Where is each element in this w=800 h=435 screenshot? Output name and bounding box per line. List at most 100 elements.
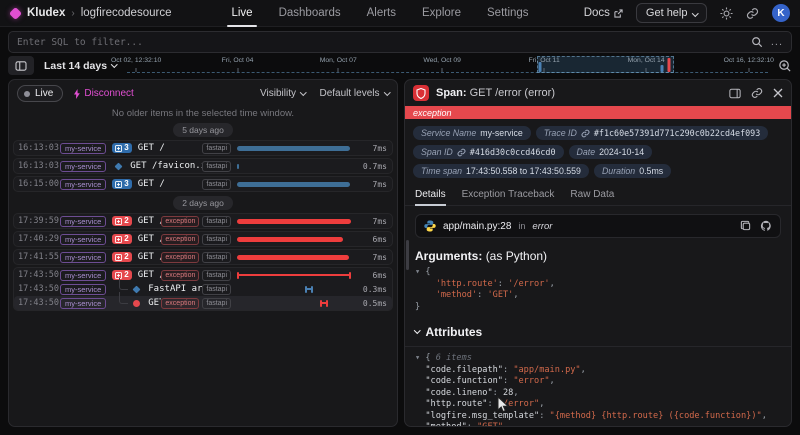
detail-tab-exception-traceback[interactable]: Exception Traceback [462, 189, 555, 205]
chevron-down-icon [414, 327, 420, 333]
link-icon[interactable] [751, 87, 763, 99]
code-line: 'method': 'GET', [415, 290, 781, 302]
nav-tab-explore[interactable]: Explore [422, 0, 461, 27]
attributes-heading[interactable]: Attributes [405, 315, 791, 347]
trace-time: 17:40:29 [18, 234, 60, 244]
docs-link[interactable]: Docs [584, 7, 623, 19]
meta-pill-span-id[interactable]: Span ID#416d30c0ccd46cd0 [413, 145, 564, 159]
trace-row[interactable]: 16:13:03my-serviceGET /favicon.icofastap… [14, 159, 392, 173]
tag-exception[interactable]: exception [161, 270, 199, 281]
meta-pill-date[interactable]: Date2024-10-14 [569, 145, 653, 159]
org-name[interactable]: Kludex [27, 7, 65, 19]
trace-row[interactable]: 17:41:55my-service2GET /errorexceptionfa… [14, 250, 392, 264]
tag-fastapi[interactable]: fastapi [202, 179, 231, 190]
service-pill[interactable]: my-service [60, 216, 106, 227]
trace-duration: 7ms [355, 180, 387, 189]
tag-fastapi[interactable]: fastapi [202, 234, 231, 245]
get-help-button[interactable]: Get help [636, 3, 707, 23]
timeline[interactable]: Oct 02, 12:32:10Fri, Oct 04Mon, Oct 07We… [127, 56, 768, 75]
avatar[interactable]: K [772, 4, 790, 22]
theme-toggle-button[interactable] [720, 7, 733, 20]
timeline-tick-label: Wed, Oct 09 [423, 57, 461, 64]
tag-exception[interactable]: exception [161, 298, 199, 309]
tag-fastapi[interactable]: fastapi [202, 270, 231, 281]
github-icon[interactable] [760, 220, 772, 232]
children-count-badge[interactable]: 2 [112, 216, 131, 226]
frame-file: app/main.py:28 [443, 221, 511, 232]
tag-fastapi[interactable]: fastapi [202, 284, 231, 295]
dock-panel-icon[interactable] [729, 88, 741, 99]
toggle-panel-button[interactable] [8, 56, 34, 75]
detail-tab-raw-data[interactable]: Raw Data [570, 189, 614, 205]
service-pill[interactable]: my-service [60, 234, 106, 245]
chevron-down-icon [692, 10, 698, 16]
service-pill[interactable]: my-service [60, 179, 106, 190]
children-count-badge[interactable]: 2 [112, 234, 131, 244]
service-pill[interactable]: my-service [60, 143, 106, 154]
service-pill[interactable]: my-service [60, 252, 106, 263]
tag-exception[interactable]: exception [161, 216, 199, 227]
nav-tab-dashboards[interactable]: Dashboards [279, 0, 341, 27]
search-icon[interactable] [751, 36, 763, 48]
tag-fastapi[interactable]: fastapi [202, 298, 231, 309]
trace-label: GET /error [138, 216, 162, 226]
meta-label: Duration [602, 166, 635, 176]
trace-tags: fastapi [202, 179, 231, 190]
tag-fastapi[interactable]: fastapi [202, 252, 231, 263]
trace-row[interactable]: 17:43:50my-service2GET /errorexceptionfa… [14, 268, 392, 282]
logfire-logo-icon[interactable] [9, 6, 22, 19]
nav-tab-alerts[interactable]: Alerts [367, 0, 396, 27]
service-pill[interactable]: my-service [60, 161, 106, 172]
service-pill[interactable]: my-service [60, 270, 106, 281]
duration-bar-zone [237, 142, 355, 154]
meta-value: #f1c60e57391d771c290c0b22cd4ef093 [594, 128, 760, 138]
live-toggle-button[interactable]: Live [17, 85, 63, 102]
close-icon[interactable] [773, 88, 783, 98]
trace-row[interactable]: 17:39:59my-service2GET /errorexceptionfa… [14, 214, 392, 228]
copy-icon[interactable] [740, 220, 751, 231]
project-name[interactable]: logfirecodesource [81, 7, 172, 19]
meta-pill-time-span[interactable]: Time span17:43:50.558 to 17:43:50.559 [413, 164, 589, 178]
timeline-tick [748, 68, 749, 72]
time-range-dropdown[interactable]: Last 14 days [44, 60, 117, 72]
default-levels-dropdown[interactable]: Default levels [319, 88, 389, 99]
expand-icon [115, 145, 122, 152]
children-count-badge[interactable]: 3 [112, 143, 131, 153]
detail-tab-details[interactable]: Details [415, 189, 446, 205]
service-pill[interactable]: my-service [60, 284, 106, 295]
trace-tags: fastapi [202, 284, 231, 295]
meta-value: 0.5ms [639, 166, 663, 176]
tag-exception[interactable]: exception [161, 234, 199, 245]
trace-row[interactable]: 17:40:29my-service2GET /errorexceptionfa… [14, 232, 392, 246]
tag-fastapi[interactable]: fastapi [202, 143, 231, 154]
timeline-tick-label: Oct 02, 12:32:10 [111, 57, 161, 64]
timeline-tick [646, 68, 647, 72]
children-count-badge[interactable]: 3 [112, 179, 131, 189]
zoom-in-button[interactable] [778, 59, 792, 73]
children-count-badge[interactable]: 2 [112, 252, 131, 262]
service-pill[interactable]: my-service [60, 298, 106, 309]
meta-pill-trace-id[interactable]: Trace ID #f1c60e57391d771c290c0b22cd4ef09… [536, 126, 768, 140]
trace-row[interactable]: 17:43:50my-serviceGET /error (error)exce… [14, 296, 392, 310]
panel-scrollbar[interactable] [406, 240, 409, 270]
trace-label: FastAPI arguments [148, 284, 202, 294]
nav-tab-live[interactable]: Live [231, 0, 252, 27]
trace-row[interactable]: 17:43:50my-serviceFastAPI argumentsfasta… [14, 282, 392, 296]
sql-filter-input[interactable] [17, 37, 751, 48]
disconnect-button[interactable]: Disconnect [73, 88, 133, 99]
meta-label: Time span [421, 166, 462, 176]
nav-tab-settings[interactable]: Settings [487, 0, 529, 27]
share-link-button[interactable] [746, 7, 759, 20]
more-options-button[interactable]: ... [771, 36, 783, 48]
tag-fastapi[interactable]: fastapi [202, 216, 231, 227]
trace-row[interactable]: 16:13:03my-service3GET /fastapi7ms [14, 141, 392, 155]
meta-label: Trace ID [544, 128, 577, 138]
visibility-dropdown[interactable]: Visibility [260, 88, 305, 99]
tag-exception[interactable]: exception [161, 252, 199, 263]
meta-pill-service-name[interactable]: Service Namemy-service [413, 126, 531, 140]
stack-frame-card[interactable]: app/main.py:28 in error [415, 214, 781, 238]
meta-pill-duration[interactable]: Duration 0.5ms [594, 164, 671, 178]
tag-fastapi[interactable]: fastapi [202, 161, 231, 172]
code-line: "code.function": "error", [415, 376, 781, 388]
trace-row[interactable]: 16:15:00my-service3GET /fastapi7ms [14, 177, 392, 191]
